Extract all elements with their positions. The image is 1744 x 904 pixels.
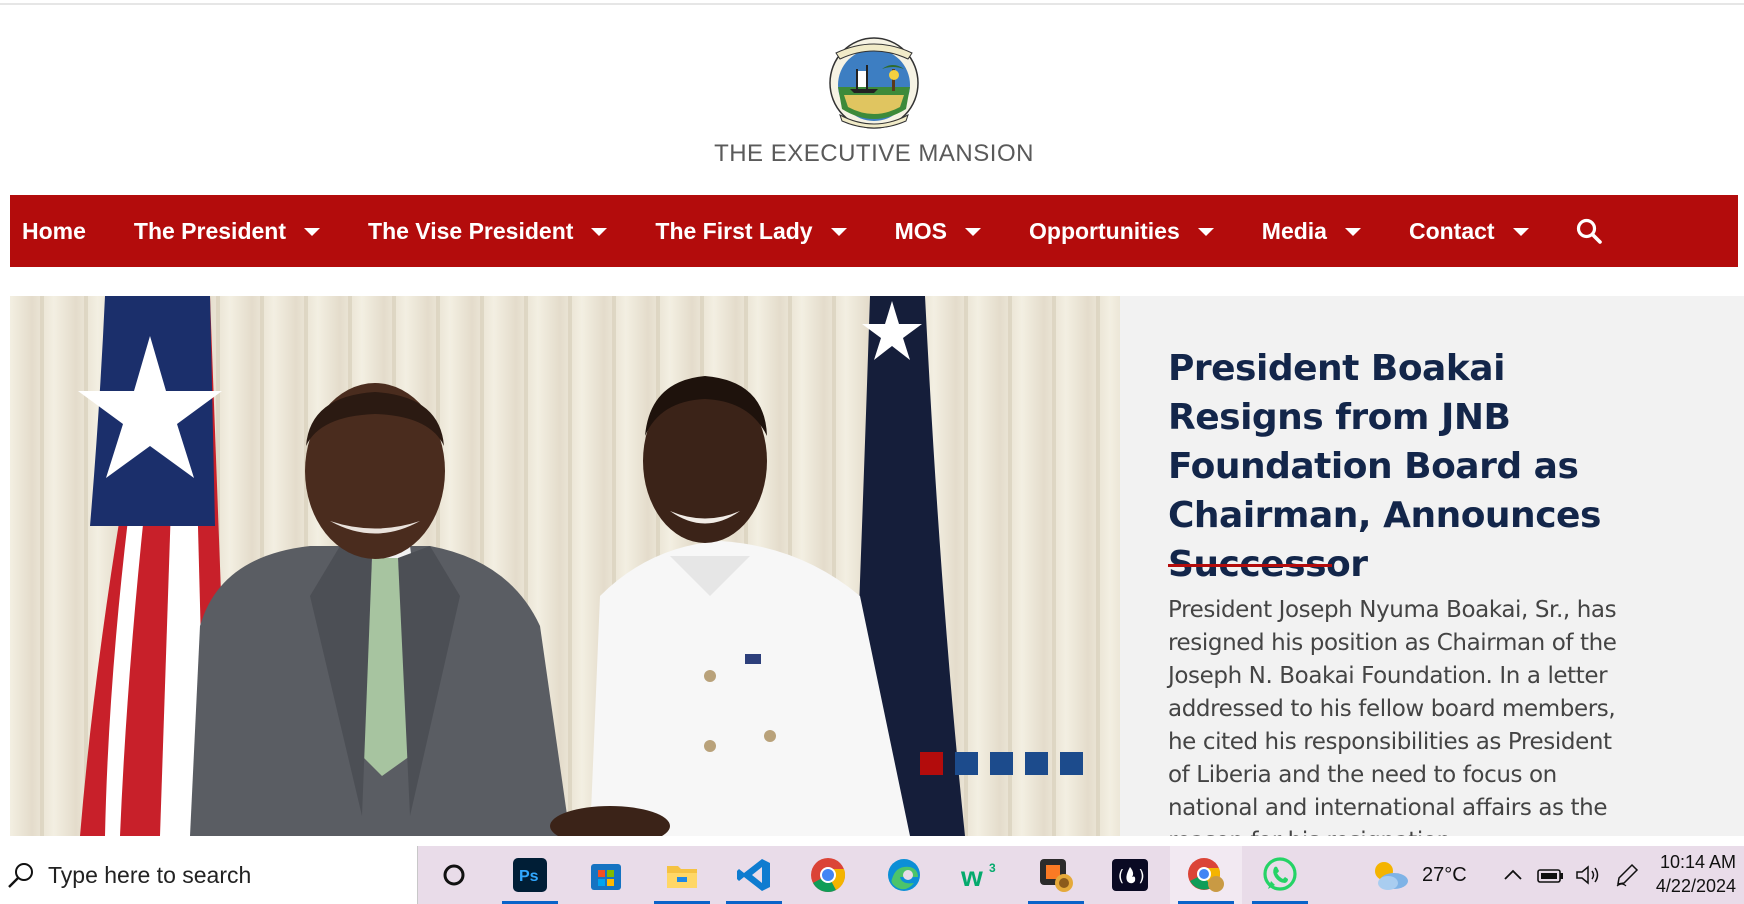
nav-item-opportunities[interactable]: Opportunities (1029, 195, 1214, 267)
nav-item-the-first-lady[interactable]: The First Lady (655, 195, 847, 267)
svg-text:3: 3 (989, 861, 996, 875)
chevron-up-icon[interactable] (1502, 864, 1524, 886)
svg-text:Ps: Ps (519, 868, 539, 885)
caret-down-icon (830, 228, 847, 236)
taskbar-search-box[interactable]: Type here to search (0, 846, 418, 904)
weather-widget[interactable]: 27°C (1370, 846, 1467, 904)
article-headline[interactable]: President Boakai Resigns from JNB Founda… (1168, 344, 1628, 589)
caret-down-icon (591, 228, 608, 236)
w3schools-icon[interactable]: w3 (944, 846, 1016, 904)
taskbar-clock[interactable]: 10:14 AM 4/22/2024 (1656, 850, 1736, 898)
nav-item-mos[interactable]: MOS (895, 195, 981, 267)
slider-pagination (920, 752, 1083, 775)
nav-item-label: Contact (1408, 217, 1495, 244)
photoshop-icon[interactable]: Ps (494, 846, 566, 904)
article-excerpt: President Joseph Nyuma Boakai, Sr., has … (1168, 597, 1617, 836)
caret-down-icon (1344, 228, 1361, 236)
edge-icon[interactable] (868, 846, 940, 904)
caret-down-icon (1512, 228, 1529, 236)
slider-dot-1[interactable] (920, 752, 943, 775)
taskbar-search-placeholder: Type here to search (48, 861, 252, 888)
nav-item-label: Opportunities (1029, 217, 1180, 244)
chrome-icon[interactable] (792, 846, 864, 904)
clock-date: 4/22/2024 (1655, 876, 1736, 896)
nav-item-label: The First Lady (655, 217, 813, 244)
nav-item-label: MOS (894, 217, 947, 244)
browser-top-border (0, 0, 1744, 5)
site-title[interactable]: THE EXECUTIVE MANSION (0, 140, 1744, 168)
nav-item-the-vise-president[interactable]: The Vise President (368, 195, 608, 267)
freecodecamp-icon[interactable]: () (1094, 846, 1166, 904)
svg-text:(: ( (1116, 866, 1126, 885)
nav-item-home[interactable]: Home (22, 195, 86, 267)
windows-taskbar: Type here to search Ps w3 () 27°C 10:14 … (0, 846, 1744, 904)
svg-text:w: w (961, 861, 983, 890)
headline-divider (1168, 564, 1332, 567)
main-nav: Home The President The Vise President Th… (10, 195, 1738, 267)
weather-temperature: 27°C (1422, 863, 1467, 886)
nav-item-label: Media (1261, 217, 1327, 244)
nav-item-label: Home (22, 217, 86, 244)
caret-down-icon (1197, 228, 1214, 236)
volume-icon[interactable] (1574, 864, 1602, 886)
nav-item-media[interactable]: Media (1262, 195, 1361, 267)
xampp-icon[interactable] (1020, 846, 1092, 904)
pen-icon[interactable] (1614, 862, 1640, 888)
slider-dot-2[interactable] (955, 752, 978, 775)
clock-time: 10:14 AM (1659, 852, 1736, 872)
svg-text:): ) (1137, 866, 1147, 885)
nav-item-label: The Vise President (368, 217, 574, 244)
chrome-profile-icon[interactable] (1170, 846, 1242, 904)
search-button[interactable] (1569, 211, 1609, 251)
vscode-icon[interactable] (718, 846, 790, 904)
caret-down-icon (965, 228, 981, 236)
weather-partly-sunny-icon (1375, 862, 1408, 890)
liberia-seal-logo[interactable] (826, 33, 922, 129)
file-explorer-icon[interactable] (646, 846, 718, 904)
cortana-icon[interactable] (418, 846, 490, 904)
slider-dot-5[interactable] (1060, 752, 1083, 775)
slider-dot-3[interactable] (990, 752, 1013, 775)
microsoft-store-icon[interactable] (570, 846, 642, 904)
nav-item-contact[interactable]: Contact (1409, 195, 1529, 267)
system-tray (1502, 846, 1640, 904)
search-icon (1576, 218, 1602, 244)
slider-dot-4[interactable] (1025, 752, 1048, 775)
caret-down-icon (304, 228, 321, 236)
featured-slide-image[interactable] (10, 296, 1120, 836)
nav-item-the-president[interactable]: The President (133, 195, 321, 267)
featured-article-panel: President Boakai Resigns from JNB Founda… (1120, 296, 1744, 836)
whatsapp-icon[interactable] (1244, 846, 1316, 904)
battery-icon[interactable] (1536, 864, 1566, 886)
nav-item-label: The President (133, 217, 287, 244)
search-icon (8, 863, 33, 888)
